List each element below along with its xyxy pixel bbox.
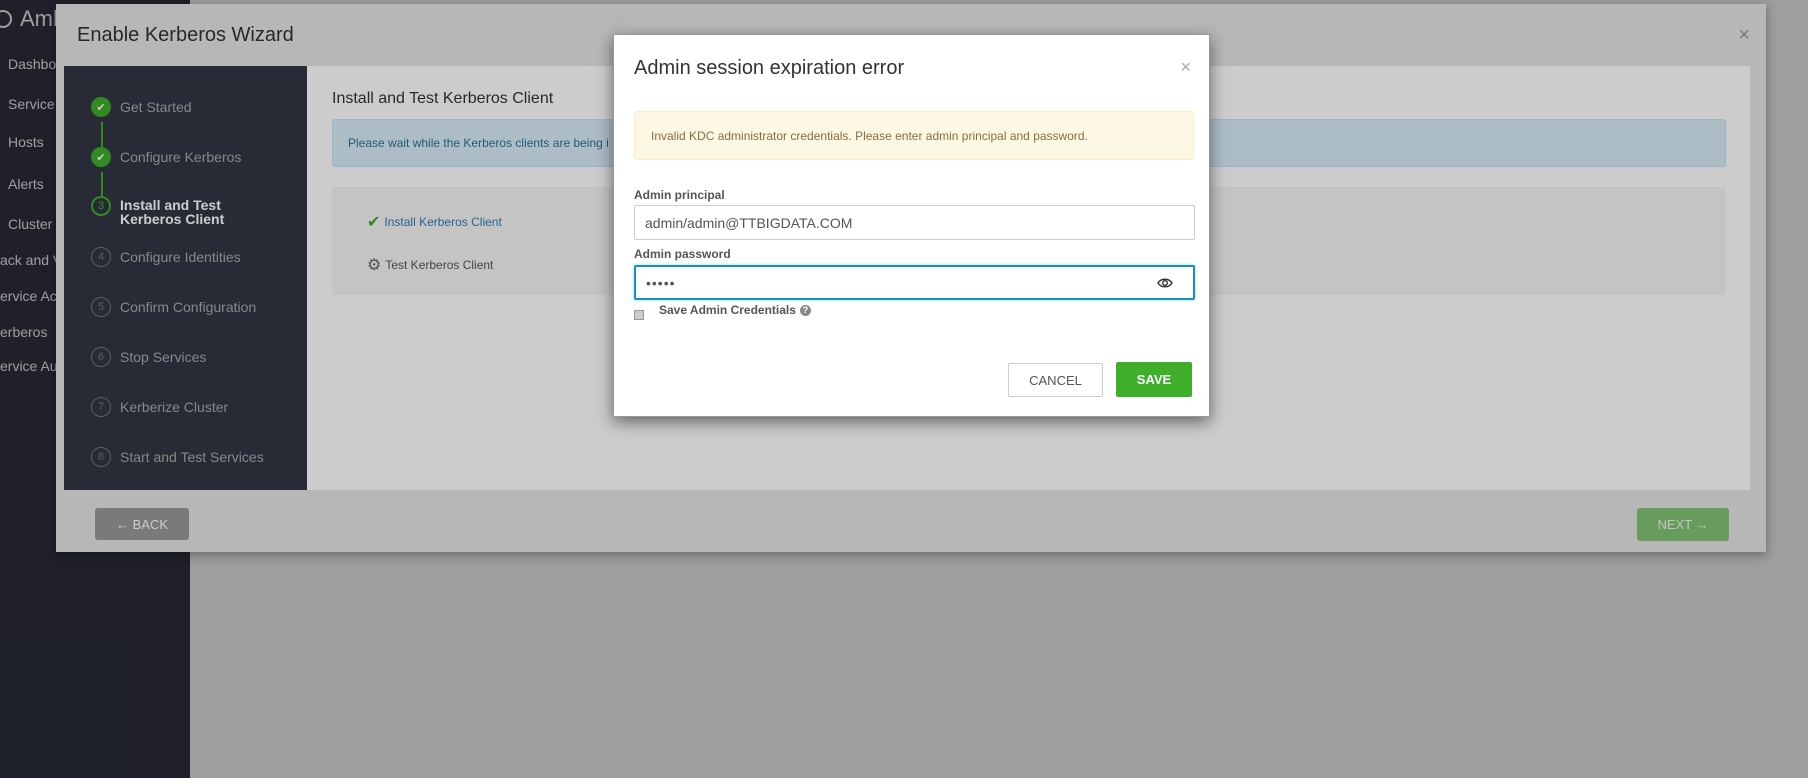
admin-password-label: Admin password xyxy=(634,247,731,261)
admin-principal-input[interactable] xyxy=(634,205,1195,240)
warning-alert-text: Invalid KDC administrator credentials. P… xyxy=(651,128,1088,143)
save-credentials-text: Save Admin Credentials xyxy=(659,303,796,317)
warning-alert: Invalid KDC administrator credentials. P… xyxy=(634,111,1194,160)
show-password-eye-icon[interactable] xyxy=(1157,275,1173,291)
save-credentials-label: Save Admin Credentials ? xyxy=(659,303,811,317)
modal-title: Admin session expiration error xyxy=(634,57,905,79)
admin-session-error-modal: Admin session expiration error × Invalid… xyxy=(613,34,1210,417)
save-button[interactable]: SAVE xyxy=(1116,362,1192,397)
close-icon[interactable]: × xyxy=(1180,57,1191,78)
cancel-button[interactable]: CANCEL xyxy=(1008,363,1103,397)
admin-principal-label: Admin principal xyxy=(634,188,725,202)
admin-password-input[interactable] xyxy=(634,265,1195,300)
save-credentials-checkbox[interactable] xyxy=(634,310,644,320)
help-icon[interactable]: ? xyxy=(799,304,811,316)
